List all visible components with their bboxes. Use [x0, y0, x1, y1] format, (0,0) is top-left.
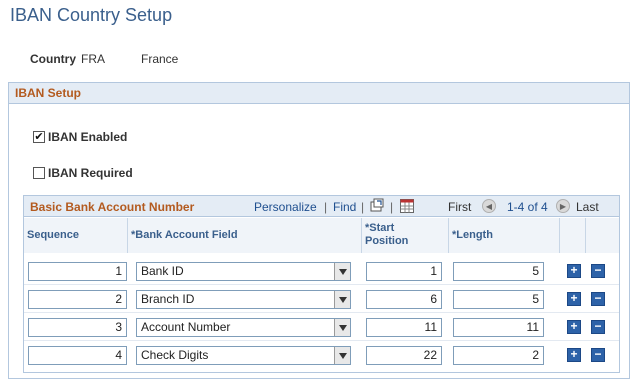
col-head-add — [560, 218, 586, 253]
sequence-input[interactable]: 3 — [28, 318, 127, 337]
delete-row-button[interactable]: − — [591, 264, 605, 278]
add-row-button[interactable]: + — [567, 348, 581, 362]
page-title: IBAN Country Setup — [10, 5, 173, 25]
col-head-start-line1: *Start — [365, 222, 395, 234]
last-label: Last — [576, 200, 599, 214]
view-all-icon[interactable] — [369, 198, 385, 214]
iban-required-label: IBAN Required — [48, 166, 133, 180]
start-position-input[interactable]: 1 — [366, 262, 442, 281]
iban-enabled-checkbox[interactable]: ✔ — [33, 131, 45, 143]
delete-row-button[interactable]: − — [591, 292, 605, 306]
bank-field-select[interactable]: Bank ID — [136, 262, 351, 281]
add-row-button[interactable]: + — [567, 320, 581, 334]
length-input[interactable]: 5 — [453, 262, 544, 281]
bank-field-select[interactable]: Account Number — [136, 318, 351, 337]
previous-arrow-icon[interactable]: ◀ — [482, 199, 496, 213]
bban-grid: Basic Bank Account Number Personalize | … — [23, 195, 620, 373]
start-position-input[interactable]: 11 — [366, 318, 442, 337]
nav-separator: | — [390, 200, 394, 214]
bank-field-value: Check Digits — [141, 348, 209, 362]
bank-field-value: Bank ID — [141, 264, 184, 278]
sequence-input[interactable]: 1 — [28, 262, 127, 281]
row-divider — [24, 284, 619, 285]
delete-row-button[interactable]: − — [591, 320, 605, 334]
chevron-down-icon[interactable] — [334, 347, 350, 364]
sequence-input[interactable]: 4 — [28, 346, 127, 365]
add-row-button[interactable]: + — [567, 264, 581, 278]
chevron-down-icon[interactable] — [334, 319, 350, 336]
iban-enabled-row: ✔ IBAN Enabled — [33, 130, 127, 144]
country-code: FRA — [81, 52, 105, 66]
bank-field-select[interactable]: Check Digits — [136, 346, 351, 365]
col-head-sequence: Sequence — [24, 218, 128, 253]
start-position-input[interactable]: 6 — [366, 290, 442, 309]
row-divider — [24, 340, 619, 341]
length-input[interactable]: 5 — [453, 290, 544, 309]
bank-field-select[interactable]: Branch ID — [136, 290, 351, 309]
chevron-down-icon[interactable] — [334, 263, 350, 280]
download-spreadsheet-icon[interactable] — [399, 198, 415, 214]
iban-enabled-label: IBAN Enabled — [48, 130, 128, 144]
find-link[interactable]: Find — [333, 200, 356, 214]
personalize-link[interactable]: Personalize — [254, 200, 317, 214]
col-head-length: *Length — [449, 218, 560, 253]
first-label: First — [448, 200, 472, 214]
iban-required-row: IBAN Required — [33, 166, 133, 180]
delete-row-button[interactable]: − — [591, 348, 605, 362]
iban-setup-header: IBAN Setup — [9, 83, 629, 104]
grid-nav-bar: Basic Bank Account Number Personalize | … — [24, 196, 619, 217]
length-input[interactable]: 2 — [453, 346, 544, 365]
sequence-input[interactable]: 2 — [28, 290, 127, 309]
col-head-start-line2: Position — [365, 235, 409, 247]
start-position-input[interactable]: 22 — [366, 346, 442, 365]
next-arrow-icon[interactable]: ▶ — [556, 199, 570, 213]
nav-separator: | — [361, 200, 365, 214]
country-name: France — [141, 52, 179, 66]
bank-field-value: Branch ID — [141, 292, 195, 306]
iban-required-checkbox[interactable] — [33, 167, 45, 179]
col-head-delete — [586, 218, 619, 253]
row-range: 1-4 of 4 — [507, 200, 548, 214]
col-head-start-position: *Start Position — [362, 218, 449, 253]
chevron-down-icon[interactable] — [334, 291, 350, 308]
country-label: Country — [30, 52, 76, 66]
row-divider — [24, 312, 619, 313]
add-row-button[interactable]: + — [567, 292, 581, 306]
nav-separator: | — [324, 200, 328, 214]
col-head-bank-field: *Bank Account Field — [128, 218, 362, 253]
bank-field-value: Account Number — [141, 320, 231, 334]
length-input[interactable]: 11 — [453, 318, 544, 337]
grid-title: Basic Bank Account Number — [30, 200, 195, 214]
